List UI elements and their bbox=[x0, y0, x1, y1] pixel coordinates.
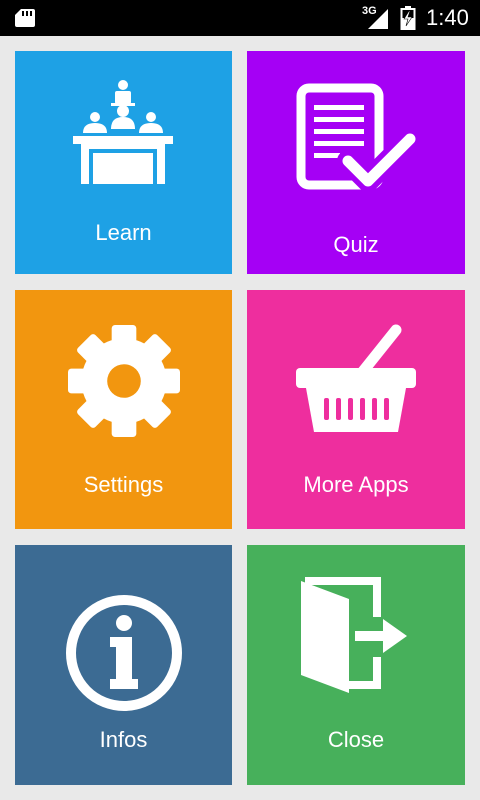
clock: 1:40 bbox=[426, 5, 469, 30]
signal-icon bbox=[368, 9, 388, 29]
learn-label: Learn bbox=[95, 220, 152, 245]
battery-charging-icon bbox=[400, 6, 416, 30]
more-apps-tile[interactable]: More Apps bbox=[247, 290, 465, 529]
sd-card-icon bbox=[15, 9, 35, 27]
gear-icon bbox=[68, 325, 180, 437]
learn-tile[interactable]: Learn bbox=[15, 51, 232, 274]
status-bar: 3G 1:40 bbox=[0, 0, 480, 36]
exit-door-icon bbox=[301, 577, 407, 693]
settings-label: Settings bbox=[83, 472, 164, 497]
classroom-icon bbox=[73, 80, 173, 184]
checklist-icon bbox=[296, 83, 416, 192]
close-label: Close bbox=[327, 727, 385, 752]
basket-icon bbox=[296, 324, 416, 432]
quiz-tile[interactable]: Quiz bbox=[247, 51, 465, 274]
info-icon bbox=[66, 595, 182, 711]
infos-tile[interactable]: Infos bbox=[15, 545, 232, 785]
close-tile[interactable]: Close bbox=[247, 545, 465, 785]
quiz-label: Quiz bbox=[333, 232, 379, 257]
settings-tile[interactable]: Settings bbox=[15, 290, 232, 529]
more-apps-label: More Apps bbox=[303, 472, 409, 497]
infos-label: Infos bbox=[99, 727, 148, 752]
